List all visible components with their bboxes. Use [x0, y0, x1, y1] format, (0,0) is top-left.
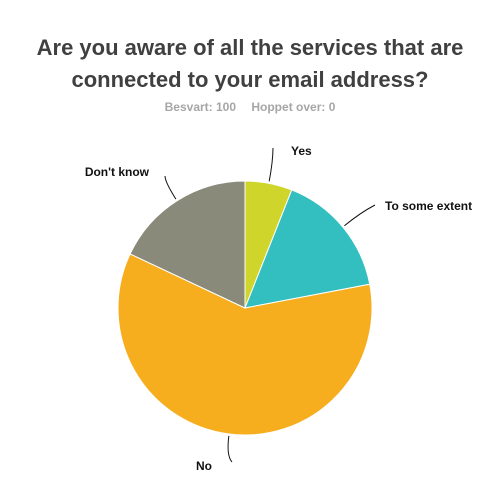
slice-label-2: No: [196, 459, 212, 473]
pie-chart: Yes To some extent No Don't know: [85, 144, 472, 473]
leader-line-3: [164, 175, 177, 200]
leader-line-2: [227, 435, 233, 463]
leader-line-1: [344, 204, 376, 227]
slice-label-3: Don't know: [85, 165, 150, 179]
leader-line-0: [268, 147, 274, 182]
slice-label-1: To some extent: [385, 199, 472, 213]
slice-label-0: Yes: [291, 144, 312, 158]
